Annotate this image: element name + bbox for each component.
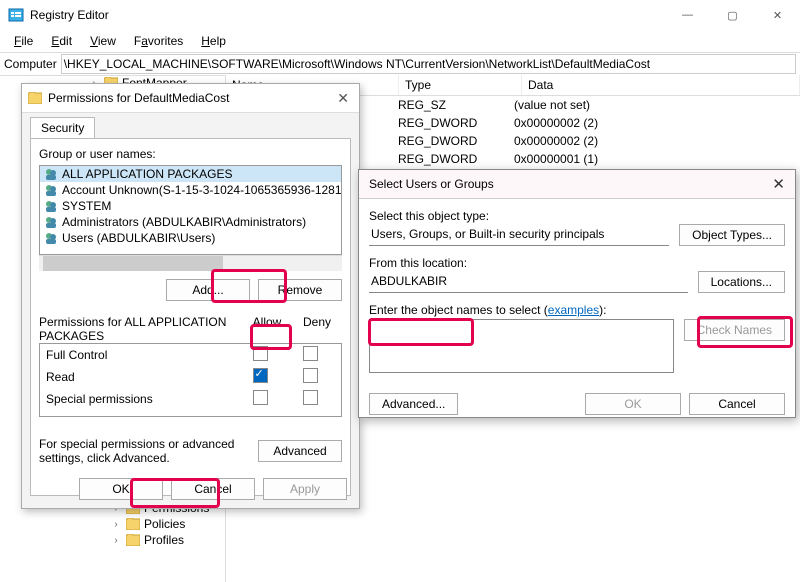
menu-edit[interactable]: Edit xyxy=(43,32,80,50)
object-type-field: Users, Groups, or Built-in security prin… xyxy=(369,225,669,246)
object-names-label: Enter the object names to select (exampl… xyxy=(369,303,785,317)
permission-row: Special permissions xyxy=(40,388,341,410)
cancel-button[interactable]: Cancel xyxy=(689,393,785,415)
allow-header: Allow xyxy=(242,315,292,343)
apply-button[interactable]: Apply xyxy=(263,478,347,500)
group-name: Account Unknown(S-1-15-3-1024-1065365936… xyxy=(62,183,342,197)
tab-security[interactable]: Security xyxy=(30,117,95,138)
group-item[interactable]: Account Unknown(S-1-15-3-1024-1065365936… xyxy=(40,182,341,198)
permission-name: Full Control xyxy=(46,348,235,362)
deny-checkbox[interactable] xyxy=(303,346,318,361)
allow-checkbox[interactable] xyxy=(253,390,268,405)
allow-checkbox[interactable] xyxy=(253,346,268,361)
tree-item[interactable]: › Profiles xyxy=(110,532,209,548)
deny-checkbox[interactable] xyxy=(303,368,318,383)
select-users-dialog: Select Users or Groups ✕ Select this obj… xyxy=(358,169,796,418)
regedit-icon xyxy=(8,7,24,23)
remove-button[interactable]: Remove xyxy=(258,279,342,301)
tree-label: Profiles xyxy=(144,533,184,547)
examples-link[interactable]: examples xyxy=(548,303,599,317)
menu-favorites[interactable]: Favorites xyxy=(126,32,191,50)
group-icon xyxy=(44,231,58,245)
advanced-button[interactable]: Advanced... xyxy=(369,393,458,415)
dialog-title: Permissions for DefaultMediaCost xyxy=(48,91,229,105)
value-data: 0x00000002 (2) xyxy=(508,116,800,130)
permission-row: Full Control xyxy=(40,344,341,366)
minimize-button[interactable]: — xyxy=(665,0,710,30)
deny-header: Deny xyxy=(292,315,342,343)
group-icon xyxy=(44,199,58,213)
advanced-button[interactable]: Advanced xyxy=(258,440,342,462)
advanced-text: For special permissions or advanced sett… xyxy=(39,437,246,465)
object-type-label: Select this object type: xyxy=(369,209,669,223)
chevron-right-icon[interactable]: › xyxy=(110,535,122,546)
ok-button[interactable]: OK xyxy=(585,393,681,415)
address-label: Computer xyxy=(4,57,57,71)
group-item[interactable]: Users (ABDULKABIR\Users) xyxy=(40,230,341,246)
folder-icon xyxy=(126,518,140,530)
tree-item[interactable]: › Policies xyxy=(110,516,209,532)
permissions-dialog: Permissions for DefaultMediaCost ✕ Secur… xyxy=(21,83,360,509)
close-button[interactable]: ✕ xyxy=(755,0,800,30)
value-type: REG_DWORD xyxy=(392,152,508,166)
object-types-button[interactable]: Object Types... xyxy=(679,224,785,246)
group-name: Users (ABDULKABIR\Users) xyxy=(62,231,215,245)
dialog-titlebar: Permissions for DefaultMediaCost ✕ xyxy=(22,84,359,113)
location-field: ABDULKABIR xyxy=(369,272,688,293)
permission-name: Read xyxy=(46,370,235,384)
value-type: REG_DWORD xyxy=(392,116,508,130)
menubar: File Edit View Favorites Help xyxy=(0,30,800,53)
group-name: SYSTEM xyxy=(62,199,111,213)
window-title: Registry Editor xyxy=(30,8,665,22)
group-item[interactable]: SYSTEM xyxy=(40,198,341,214)
permission-name: Special permissions xyxy=(46,392,235,406)
allow-checkbox[interactable] xyxy=(253,368,268,383)
group-item[interactable]: Administrators (ABDULKABIR\Administrator… xyxy=(40,214,341,230)
group-label: Group or user names: xyxy=(39,147,342,161)
group-item[interactable]: ALL APPLICATION PACKAGES xyxy=(40,166,341,182)
folder-icon xyxy=(126,534,140,546)
menu-help[interactable]: Help xyxy=(193,32,234,50)
value-type: REG_SZ xyxy=(392,98,508,112)
deny-checkbox[interactable] xyxy=(303,390,318,405)
address-bar: Computer \HKEY_LOCAL_MACHINE\SOFTWARE\Mi… xyxy=(0,53,800,76)
close-icon[interactable]: ✕ xyxy=(772,175,785,193)
group-name: ALL APPLICATION PACKAGES xyxy=(62,167,233,181)
folder-icon xyxy=(28,92,42,104)
locations-button[interactable]: Locations... xyxy=(698,271,785,293)
ok-button[interactable]: OK xyxy=(79,478,163,500)
permissions-for-label: Permissions for ALL APPLICATION PACKAGES xyxy=(39,315,242,343)
col-type[interactable]: Type xyxy=(399,75,522,95)
object-names-input[interactable] xyxy=(369,319,674,373)
col-data[interactable]: Data xyxy=(522,75,800,95)
tree-label: Policies xyxy=(144,517,185,531)
value-data: 0x00000001 (1) xyxy=(508,152,800,166)
group-icon xyxy=(44,183,58,197)
scrollbar[interactable] xyxy=(39,255,342,271)
value-data: (value not set) xyxy=(508,98,800,112)
chevron-right-icon[interactable]: › xyxy=(110,519,122,530)
maximize-button[interactable]: ▢ xyxy=(710,0,755,30)
location-label: From this location: xyxy=(369,256,688,270)
close-icon[interactable]: ✕ xyxy=(337,90,349,107)
permission-table: Full Control Read Special permissions xyxy=(39,343,342,417)
add-button[interactable]: Add... xyxy=(166,279,250,301)
group-list[interactable]: ALL APPLICATION PACKAGES Account Unknown(… xyxy=(39,165,342,255)
window-titlebar: Registry Editor — ▢ ✕ xyxy=(0,0,800,30)
group-name: Administrators (ABDULKABIR\Administrator… xyxy=(62,215,306,229)
value-data: 0x00000002 (2) xyxy=(508,134,800,148)
menu-file[interactable]: File xyxy=(6,32,41,50)
cancel-button[interactable]: Cancel xyxy=(171,478,255,500)
address-path[interactable]: \HKEY_LOCAL_MACHINE\SOFTWARE\Microsoft\W… xyxy=(61,54,796,74)
value-type: REG_DWORD xyxy=(392,134,508,148)
menu-view[interactable]: View xyxy=(82,32,124,50)
group-icon xyxy=(44,167,58,181)
dialog-title: Select Users or Groups xyxy=(369,177,494,191)
check-names-button[interactable]: Check Names xyxy=(684,319,785,341)
dialog-titlebar: Select Users or Groups ✕ xyxy=(359,170,795,199)
permission-row: Read xyxy=(40,366,341,388)
group-icon xyxy=(44,215,58,229)
